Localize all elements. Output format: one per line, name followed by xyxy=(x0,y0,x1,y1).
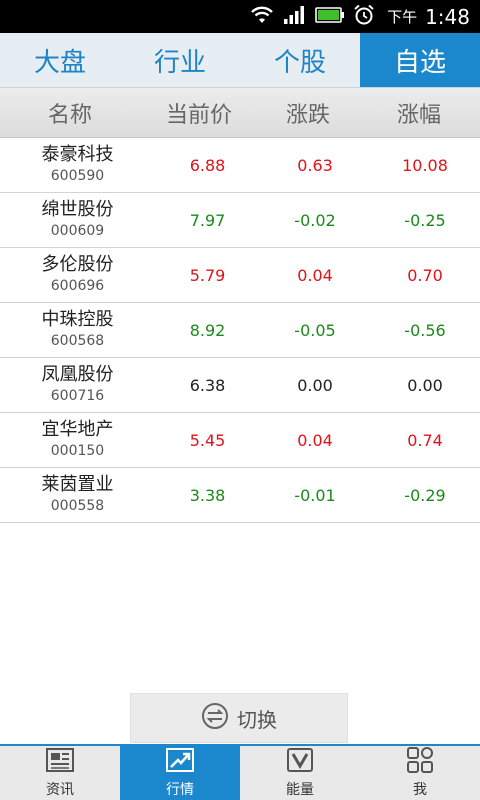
nav-news-label: 资讯 xyxy=(46,782,74,798)
tab-watchlist[interactable]: 自选 xyxy=(360,33,480,87)
swap-icon xyxy=(201,702,229,735)
table-row[interactable]: 凤凰股份 600716 6.38 0.00 0.00 xyxy=(0,358,480,413)
stock-name: 莱茵置业 xyxy=(41,474,114,495)
stock-name: 绵世股份 xyxy=(41,199,114,220)
stock-change: -0.05 xyxy=(294,320,336,340)
stock-name: 多伦股份 xyxy=(41,254,114,275)
stock-price: 7.97 xyxy=(189,210,226,230)
header-percent[interactable]: 涨幅 xyxy=(358,97,480,129)
wifi-icon xyxy=(249,5,275,29)
stock-percent: -0.25 xyxy=(404,210,446,230)
stock-percent: 0.74 xyxy=(407,430,443,450)
nav-me[interactable]: 我 xyxy=(360,746,480,800)
nav-energy[interactable]: 能量 xyxy=(240,746,360,800)
table-row[interactable]: 宜华地产 000150 5.45 0.04 0.74 xyxy=(0,413,480,468)
stock-price: 3.38 xyxy=(189,485,226,505)
stock-name: 中珠控股 xyxy=(41,309,114,330)
stock-change: 0.63 xyxy=(297,155,333,175)
header-change[interactable]: 涨跌 xyxy=(258,97,358,129)
stock-price: 5.45 xyxy=(189,430,226,450)
stock-name-cell: 宜华地产 000150 xyxy=(0,419,155,461)
news-icon xyxy=(45,747,75,777)
nav-market[interactable]: 行情 xyxy=(120,746,240,800)
table-row[interactable]: 多伦股份 600696 5.79 0.04 0.70 xyxy=(0,248,480,303)
stock-change: 0.04 xyxy=(297,430,333,450)
stock-name-cell: 莱茵置业 000558 xyxy=(0,474,155,516)
alarm-icon xyxy=(353,4,375,30)
stock-code: 600716 xyxy=(50,388,105,404)
bottom-nav: 资讯 行情 能量 我 xyxy=(0,744,480,800)
watchlist-table: 泰豪科技 600590 6.88 0.63 10.08 绵世股份 000609 … xyxy=(0,138,480,523)
stock-name: 凤凰股份 xyxy=(41,364,114,385)
stock-change: -0.02 xyxy=(294,210,336,230)
stock-change: -0.01 xyxy=(294,485,336,505)
energy-icon xyxy=(285,747,315,777)
table-row[interactable]: 莱茵置业 000558 3.38 -0.01 -0.29 xyxy=(0,468,480,523)
stock-code: 600568 xyxy=(50,333,105,349)
table-row[interactable]: 泰豪科技 600590 6.88 0.63 10.08 xyxy=(0,138,480,193)
header-name[interactable]: 名称 xyxy=(0,97,140,129)
chart-trend-icon xyxy=(165,747,195,777)
stock-price: 6.38 xyxy=(189,375,226,395)
stock-percent: 10.08 xyxy=(402,155,448,175)
nav-market-label: 行情 xyxy=(166,782,194,798)
stock-code: 600590 xyxy=(50,168,105,184)
stock-code: 000609 xyxy=(50,223,105,239)
stock-name: 泰豪科技 xyxy=(41,144,114,165)
stock-name-cell: 中珠控股 600568 xyxy=(0,309,155,351)
market-tabs: 大盘 行业 个股 自选 xyxy=(0,33,480,88)
clock: 1:48 xyxy=(425,4,470,29)
status-bar: 下午 1:48 xyxy=(0,0,480,33)
stock-percent: -0.56 xyxy=(404,320,446,340)
switch-button[interactable]: 切换 xyxy=(130,693,348,743)
tab-stocks[interactable]: 个股 xyxy=(240,33,360,87)
stock-change: 0.00 xyxy=(297,375,333,395)
stock-price: 5.79 xyxy=(189,265,226,285)
nav-me-label: 我 xyxy=(413,782,427,798)
header-price[interactable]: 当前价 xyxy=(140,97,258,129)
stock-code: 600696 xyxy=(50,278,105,294)
stock-name: 宜华地产 xyxy=(41,419,114,440)
stock-name-cell: 多伦股份 600696 xyxy=(0,254,155,296)
stock-percent: -0.29 xyxy=(404,485,446,505)
switch-label: 切换 xyxy=(237,707,277,732)
nav-news[interactable]: 资讯 xyxy=(0,746,120,800)
time-period: 下午 xyxy=(387,8,418,26)
stock-price: 6.88 xyxy=(189,155,226,175)
stock-name-cell: 绵世股份 000609 xyxy=(0,199,155,241)
stock-price: 8.92 xyxy=(189,320,226,340)
stock-code: 000558 xyxy=(50,498,105,514)
tab-industry[interactable]: 行业 xyxy=(120,33,240,87)
table-header: 名称 当前价 涨跌 涨幅 xyxy=(0,88,480,138)
table-row[interactable]: 中珠控股 600568 8.92 -0.05 -0.56 xyxy=(0,303,480,358)
stock-name-cell: 凤凰股份 600716 xyxy=(0,364,155,406)
stock-percent: 0.70 xyxy=(407,265,443,285)
table-row[interactable]: 绵世股份 000609 7.97 -0.02 -0.25 xyxy=(0,193,480,248)
signal-icon xyxy=(283,5,307,29)
nav-energy-label: 能量 xyxy=(286,782,314,798)
tab-market-overview[interactable]: 大盘 xyxy=(0,33,120,87)
stock-name-cell: 泰豪科技 600590 xyxy=(0,144,155,186)
stock-change: 0.04 xyxy=(297,265,333,285)
stock-code: 000150 xyxy=(50,443,105,459)
stock-percent: 0.00 xyxy=(407,375,443,395)
battery-icon xyxy=(315,6,345,28)
grid-icon xyxy=(405,747,435,777)
